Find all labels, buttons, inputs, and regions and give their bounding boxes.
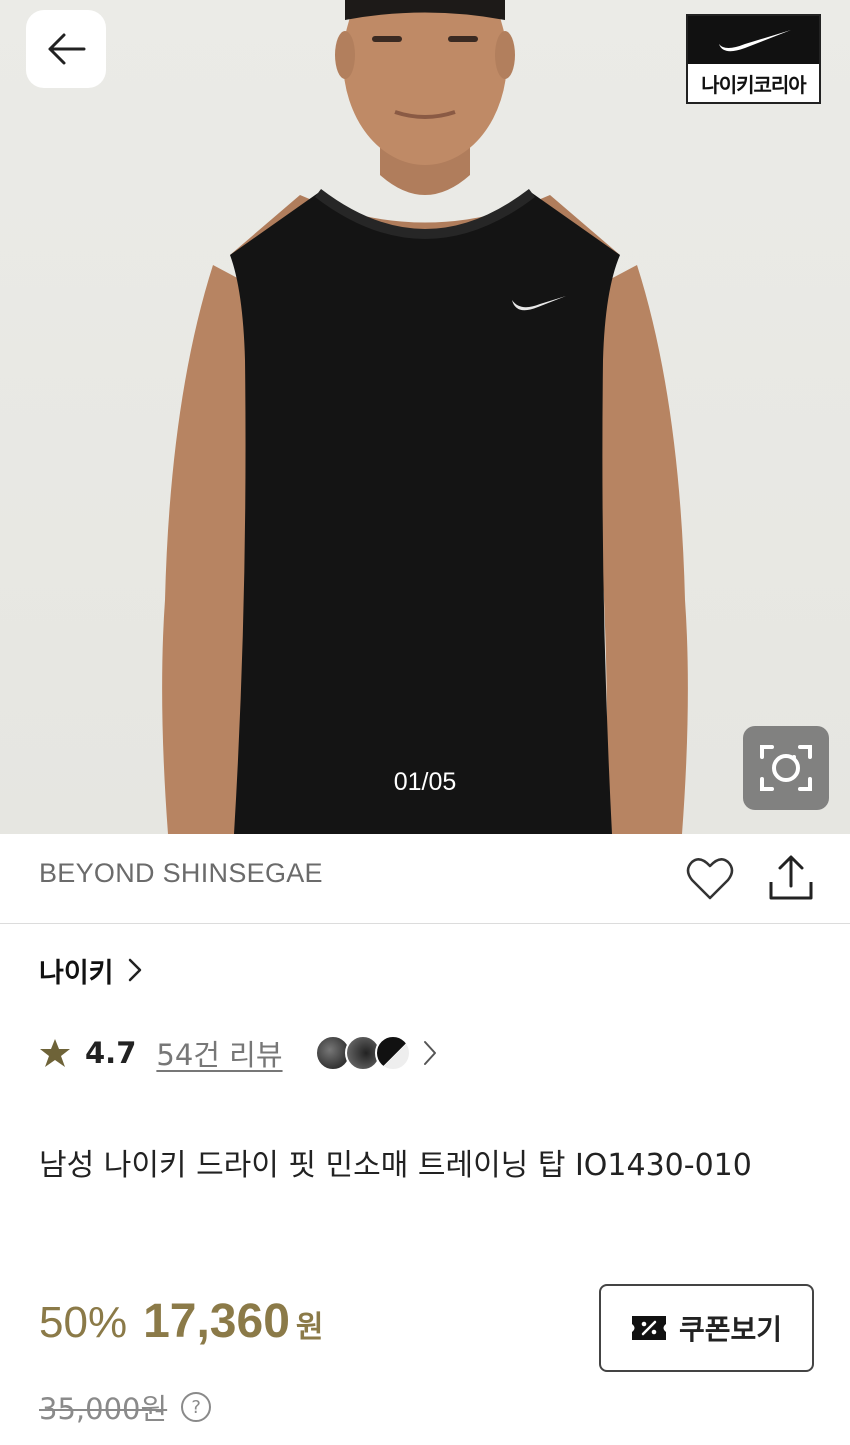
coupon-button[interactable]: 쿠폰보기 [599,1284,814,1372]
star-icon [40,1039,70,1067]
product-title: 남성 나이키 드라이 핏 민소매 트레이닝 탑 IO1430-010 [39,1148,752,1183]
chevron-right-icon [128,958,141,982]
wishlist-button[interactable] [686,856,734,902]
store-bar: BEYOND SHINSEGAE [0,834,850,924]
swoosh-icon [718,30,791,52]
image-counter: 01/05 [393,768,457,796]
share-icon [769,855,813,900]
share-button[interactable] [766,854,816,902]
review-thumbnail [374,1035,411,1071]
heart-icon [686,858,734,900]
discount-rate: 50% [39,1298,128,1347]
camera-scan-icon [760,745,812,791]
coupon-label: 쿠폰보기 [678,1313,783,1346]
price-help-icon[interactable]: ? [181,1392,212,1422]
visual-search-button[interactable] [743,726,829,810]
original-price: 35,000원 [39,1392,168,1426]
rating-row: 4.7 54건 리뷰 [39,1030,437,1076]
original-price-row: 35,000원 ? [39,1386,212,1428]
chevron-right-icon [423,1041,436,1065]
brand-link[interactable]: 나이키 [39,950,142,990]
brand-logo-badge: 나이키코리아 [686,14,821,104]
product-photo [162,0,688,834]
back-button[interactable] [26,10,106,88]
brand-logo-text: 나이키코리아 [701,72,806,97]
sale-price: 17,360 [143,1295,290,1348]
brand-name: 나이키 [39,957,114,989]
price-row: 50% 17,360 원 [39,1294,324,1354]
product-image-gallery[interactable]: 나이키코리아 01/05 [0,0,850,834]
coupon-icon [631,1316,666,1340]
review-count-link[interactable]: 54건 리뷰 [156,1032,282,1074]
review-photo-thumbnails[interactable] [314,1035,437,1071]
rating-value: 4.7 [85,1036,137,1070]
store-name: BEYOND SHINSEGAE [39,858,323,888]
currency-unit: 원 [295,1310,324,1345]
arrow-left-icon [48,33,86,65]
